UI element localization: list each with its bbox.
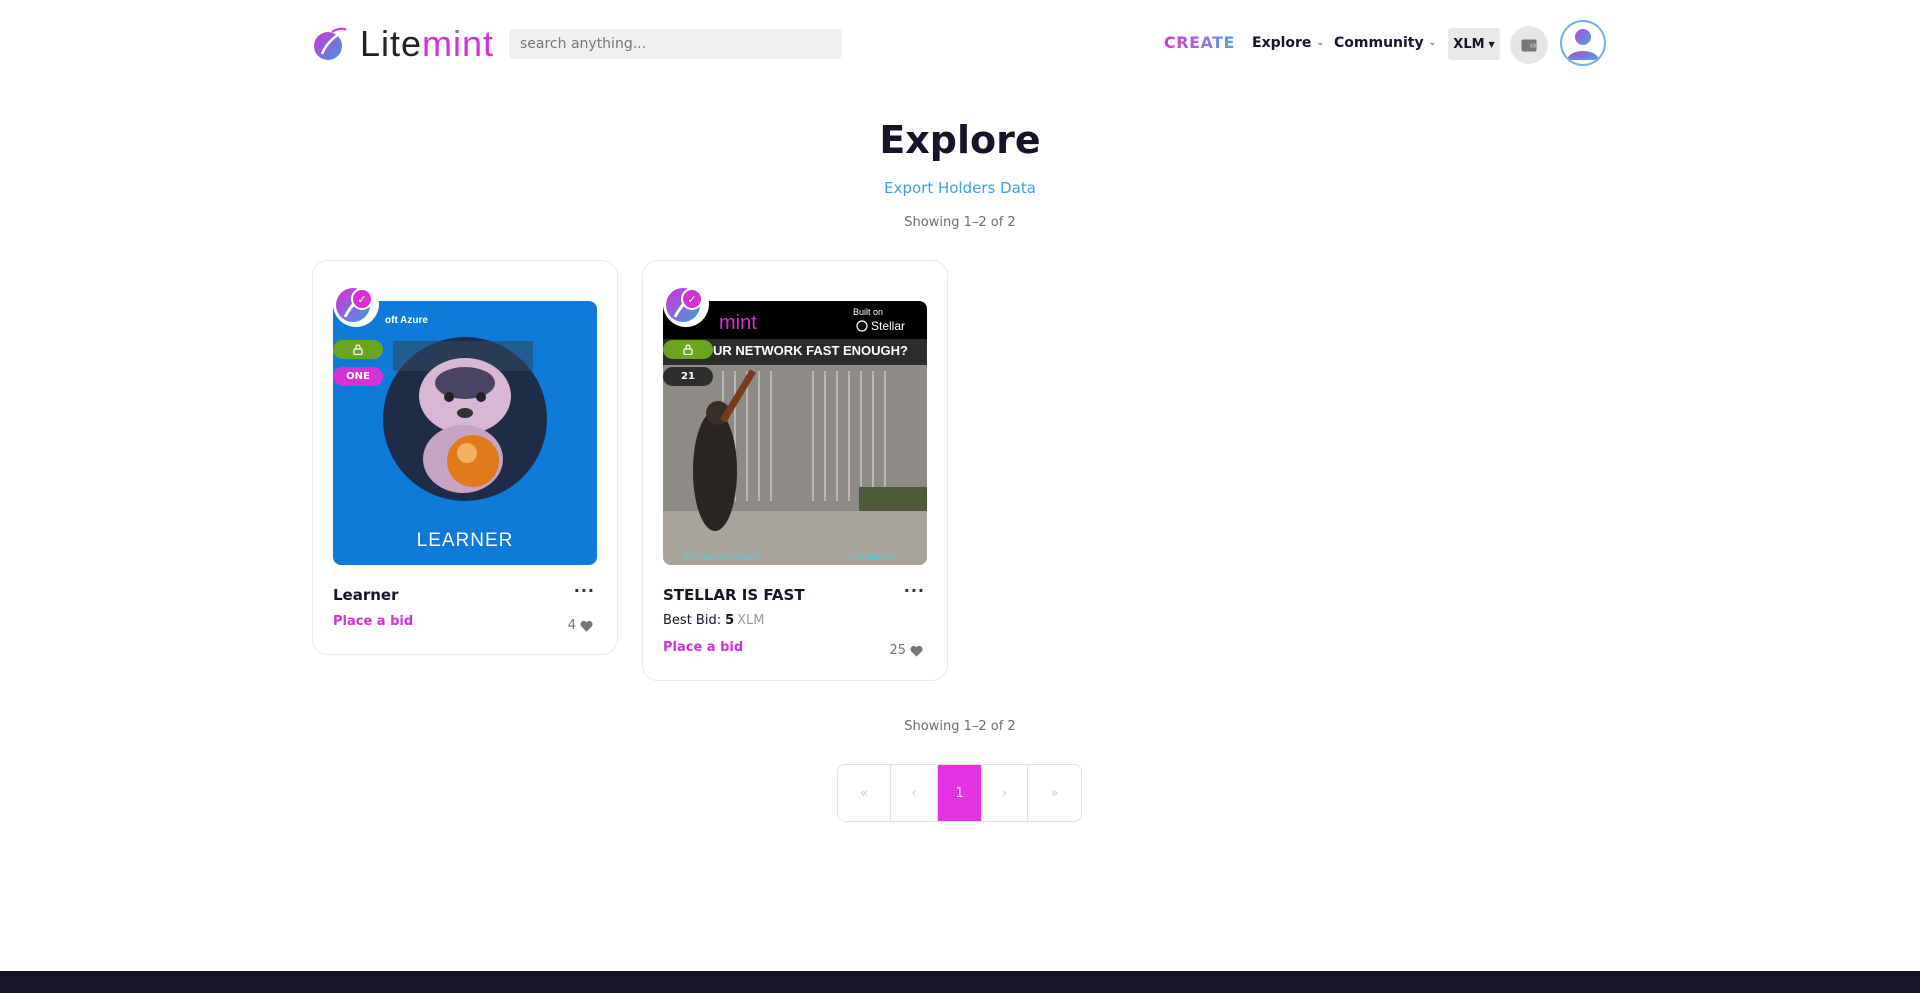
page-title: Explore: [879, 118, 1041, 162]
caret-down-icon: ▼: [1488, 39, 1495, 49]
nav-explore-dropdown[interactable]: Explore ⌄: [1252, 35, 1324, 51]
lock-icon: [683, 344, 693, 355]
like-count: 25: [889, 643, 906, 658]
lock-icon: [353, 344, 363, 355]
chevron-down-icon: ⌄: [1316, 38, 1324, 48]
edition-count-badge: 21: [663, 367, 713, 386]
learner-caption: LEARNER: [417, 530, 514, 551]
nft-card-stellar-is-fast[interactable]: mint Built on Stellar UR NETWORK FAST EN…: [642, 260, 948, 681]
nft-title[interactable]: STELLAR IS FAST: [663, 586, 805, 604]
best-bid-currency: XLM: [737, 613, 765, 628]
logo-wordmark: Litemint: [360, 23, 495, 64]
prev-page-button[interactable]: ‹: [891, 765, 938, 821]
top-navbar: Litemint CREATE Explore ⌄ Community ⌄ XL…: [0, 0, 1920, 88]
lock-badge: [663, 340, 713, 359]
verified-check-icon: ✓: [351, 288, 373, 310]
currency-selector[interactable]: XLM ▼: [1448, 28, 1500, 60]
wallet-icon: [1521, 39, 1537, 52]
heart-icon: [580, 620, 593, 632]
current-page-button[interactable]: 1: [938, 765, 982, 821]
more-options-icon[interactable]: ···: [574, 581, 595, 600]
footer: [0, 971, 1920, 993]
stellar-text: Stellar: [871, 319, 905, 333]
next-page-button[interactable]: ›: [982, 765, 1028, 821]
chevron-down-icon: ⌄: [1428, 38, 1437, 48]
best-bid-amount: 5: [725, 613, 735, 628]
last-page-button[interactable]: »: [1028, 765, 1081, 821]
nav-community-dropdown[interactable]: Community ⌄: [1334, 35, 1436, 51]
place-bid-link[interactable]: Place a bid: [333, 614, 413, 629]
video-headline: UR NETWORK FAST ENOUGH?: [713, 343, 908, 358]
best-bid-label: Best Bid:: [663, 613, 722, 628]
built-on-text: Built on: [853, 307, 883, 317]
nft-card-learner[interactable]: LEARNER oft Azure ✓ ONE Learner ··· Plac…: [312, 260, 618, 655]
nft-title[interactable]: Learner: [333, 586, 399, 604]
lock-badge: [333, 340, 383, 359]
verified-check-icon: ✓: [681, 288, 703, 310]
pagination: « ‹ 1 › »: [837, 764, 1082, 822]
search-input[interactable]: [509, 29, 842, 59]
litemint-url-text: LITEMINT.IO: [848, 553, 894, 562]
place-bid-link[interactable]: Place a bid: [663, 640, 743, 655]
edition-badge: ONE: [333, 367, 383, 386]
leaf-logo-icon: [314, 27, 347, 60]
nft-marketplace-text: NFT MARKETPLACE: [683, 553, 760, 562]
nav-create-link[interactable]: CREATE: [1164, 33, 1235, 52]
nav-community-label: Community: [1334, 35, 1424, 51]
like-counter[interactable]: 4: [568, 618, 593, 633]
like-count: 4: [567, 618, 576, 633]
litemint-logo[interactable]: Litemint: [312, 24, 494, 64]
export-holders-link[interactable]: Export Holders Data: [0, 179, 1920, 197]
like-counter[interactable]: 25: [889, 643, 923, 658]
more-options-icon[interactable]: ···: [904, 581, 925, 600]
best-bid: Best Bid: 5 XLM: [663, 613, 765, 628]
user-avatar[interactable]: [1560, 20, 1606, 66]
first-page-button[interactable]: «: [838, 765, 891, 821]
wallet-button[interactable]: [1510, 26, 1548, 64]
currency-label: XLM: [1453, 36, 1485, 52]
stellar-logo-text: mint: [719, 312, 757, 334]
azure-text: oft Azure: [385, 315, 428, 326]
results-count-bottom: Showing 1–2 of 2: [904, 719, 1016, 734]
results-count-top: Showing 1–2 of 2: [904, 215, 1016, 230]
user-icon: [1567, 29, 1599, 60]
heart-icon: [910, 645, 923, 657]
nav-explore-label: Explore: [1252, 35, 1312, 51]
